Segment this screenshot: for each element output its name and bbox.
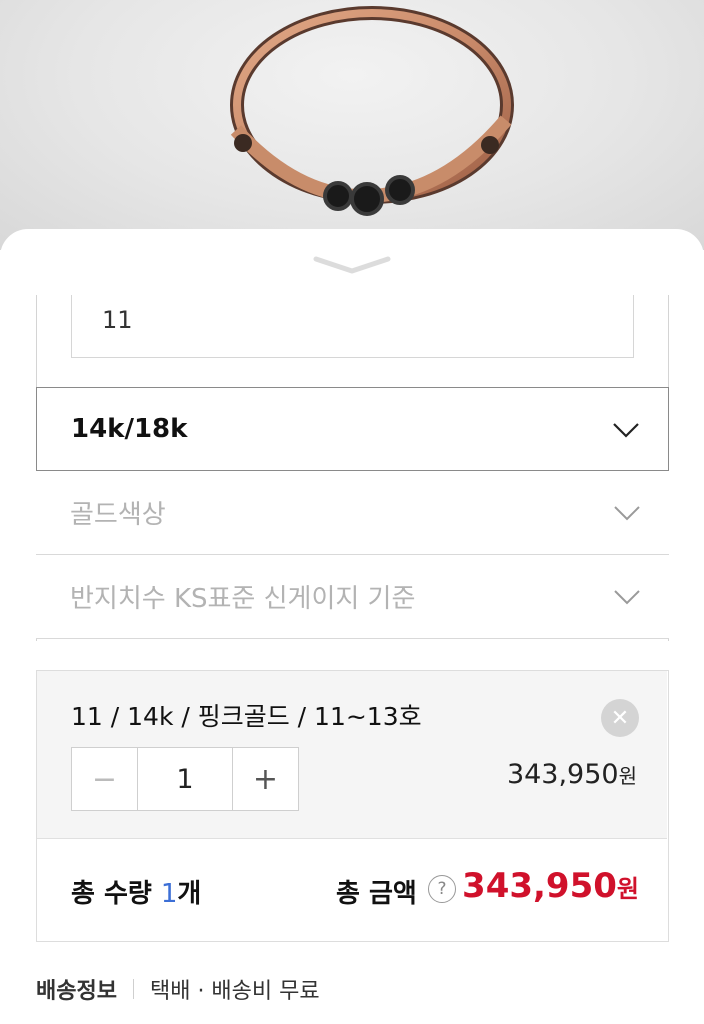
- chevron-down-icon: [614, 506, 640, 521]
- selected-item-title: 11 / 14k / 핑크골드 / 11~13호: [71, 702, 422, 731]
- decrease-quantity-button[interactable]: −: [72, 748, 138, 810]
- help-icon[interactable]: ?: [428, 875, 456, 903]
- chevron-down-icon: [614, 590, 640, 605]
- option-text-value: 11: [102, 306, 133, 334]
- shipping-value: 택배 · 배송비 무료: [149, 979, 320, 1004]
- divider: [132, 979, 134, 999]
- select-ring-size-placeholder: 반지치수 KS표준 신게이지 기준: [70, 584, 416, 614]
- selected-options-box: 11 / 14k / 핑크골드 / 11~13호 ✕ − 1 + 343,950…: [36, 670, 669, 942]
- product-image: [0, 0, 704, 250]
- total-amount: 343,950원: [462, 866, 639, 906]
- quantity-value[interactable]: 1: [138, 748, 232, 810]
- quantity-stepper: − 1 +: [71, 747, 299, 811]
- sheet-collapse-handle[interactable]: [312, 253, 392, 277]
- total-amount-value: 343,950: [462, 866, 617, 906]
- item-price: 343,950원: [507, 759, 637, 790]
- option-text-field[interactable]: 11: [71, 295, 634, 358]
- total-quantity-label: 총 수량: [71, 879, 161, 909]
- total-quantity: 총 수량 1개: [71, 873, 201, 910]
- select-gold-color-placeholder: 골드색상: [70, 500, 166, 530]
- remove-item-button[interactable]: ✕: [601, 699, 639, 737]
- total-amount-label: 총 금액: [336, 879, 417, 909]
- chevron-down-icon: [313, 256, 391, 274]
- total-amount-currency: 원: [616, 875, 639, 903]
- select-metal-value: 14k/18k: [71, 414, 188, 444]
- shipping-label: 배송정보: [36, 979, 117, 1004]
- select-ring-size[interactable]: 반지치수 KS표준 신게이지 기준: [36, 555, 669, 639]
- increase-quantity-button[interactable]: +: [232, 748, 298, 810]
- option-bottom-sheet: 11 14k/18k 골드색상 반지치수 KS표준 신게이지 기준 11 / 1…: [0, 229, 704, 1024]
- close-icon: ✕: [610, 705, 630, 731]
- shipping-info: 배송정보 택배 · 배송비 무료: [36, 973, 320, 1005]
- select-metal[interactable]: 14k/18k: [36, 387, 669, 471]
- chevron-down-icon: [613, 423, 639, 438]
- selected-item: 11 / 14k / 핑크골드 / 11~13호 ✕ − 1 + 343,950…: [37, 671, 667, 839]
- item-price-value: 343,950: [506, 759, 619, 790]
- total-row: 총 수량 1개 총 금액 ? 343,950원: [37, 839, 667, 941]
- total-quantity-unit: 개: [177, 879, 202, 909]
- option-list[interactable]: 11 14k/18k 골드색상 반지치수 KS표준 신게이지 기준: [36, 295, 669, 641]
- total-quantity-value: 1: [160, 879, 178, 909]
- ring-illustration: [230, 6, 514, 216]
- item-price-currency: 원: [618, 764, 637, 788]
- select-gold-color[interactable]: 골드색상: [36, 471, 669, 555]
